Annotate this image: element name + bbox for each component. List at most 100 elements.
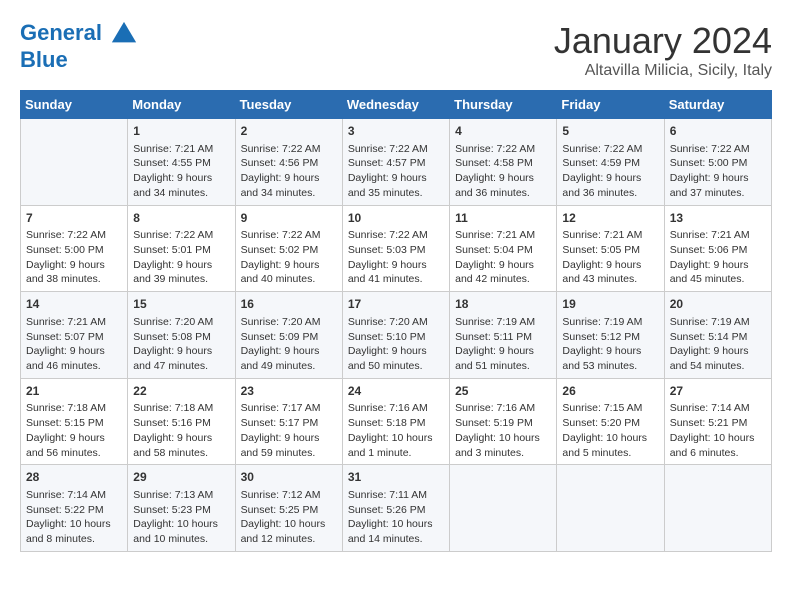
calendar-week-2: 7Sunrise: 7:22 AM Sunset: 5:00 PM Daylig… [21, 205, 772, 292]
calendar-cell: 31 Sunrise: 7:11 AM Sunset: 5:26 PM Dayli… [342, 465, 449, 552]
day-info: Sunrise: 7:20 AM Sunset: 5:10 PM Dayligh… [348, 315, 444, 374]
day-info: Sunrise: 7:16 AM Sunset: 5:19 PM Dayligh… [455, 401, 551, 460]
day-info: Sunrise: 7:21 AM Sunset: 5:04 PM Dayligh… [455, 228, 551, 287]
day-number: 23 [241, 383, 337, 400]
calendar-cell: 10Sunrise: 7:22 AM Sunset: 5:03 PM Dayli… [342, 205, 449, 292]
calendar-week-4: 21Sunrise: 7:18 AM Sunset: 5:15 PM Dayli… [21, 378, 772, 465]
calendar-cell: 19 Sunrise: 7:19 AM Sunset: 5:12 PM Dayli… [557, 292, 664, 379]
day-number: 3 [348, 123, 444, 140]
calendar-cell: 3Sunrise: 7:22 AM Sunset: 4:57 PM Daylig… [342, 119, 449, 206]
day-number: 28 [26, 469, 122, 486]
day-number: 24 [348, 383, 444, 400]
day-info: Sunrise: 7:19 AM Sunset: 5:12 PM Dayligh… [562, 315, 658, 374]
calendar-cell: 14 Sunrise: 7:21 AM Sunset: 5:07 PM Dayli… [21, 292, 128, 379]
calendar-cell: 18 Sunrise: 7:19 AM Sunset: 5:11 PM Dayli… [450, 292, 557, 379]
weekday-header-tuesday: Tuesday [235, 91, 342, 119]
day-number: 29 [133, 469, 229, 486]
weekday-header-saturday: Saturday [664, 91, 771, 119]
calendar-cell [664, 465, 771, 552]
day-info: Sunrise: 7:13 AM Sunset: 5:23 PM Dayligh… [133, 488, 229, 547]
weekday-header-monday: Monday [128, 91, 235, 119]
logo: General Blue [20, 20, 138, 72]
weekday-header-friday: Friday [557, 91, 664, 119]
day-info: Sunrise: 7:19 AM Sunset: 5:11 PM Dayligh… [455, 315, 551, 374]
day-info: Sunrise: 7:22 AM Sunset: 4:56 PM Dayligh… [241, 142, 337, 201]
day-number: 18 [455, 296, 551, 313]
calendar-week-1: 1 Sunrise: 7:21 AM Sunset: 4:55 PM Daylig… [21, 119, 772, 206]
day-info: Sunrise: 7:14 AM Sunset: 5:21 PM Dayligh… [670, 401, 766, 460]
calendar-week-5: 28 Sunrise: 7:14 AM Sunset: 5:22 PM Dayli… [21, 465, 772, 552]
calendar-cell [450, 465, 557, 552]
day-number: 17 [348, 296, 444, 313]
day-number: 21 [26, 383, 122, 400]
calendar-cell: 26Sunrise: 7:15 AM Sunset: 5:20 PM Dayli… [557, 378, 664, 465]
day-number: 2 [241, 123, 337, 140]
day-number: 14 [26, 296, 122, 313]
day-info: Sunrise: 7:22 AM Sunset: 4:58 PM Dayligh… [455, 142, 551, 201]
day-info: Sunrise: 7:15 AM Sunset: 5:20 PM Dayligh… [562, 401, 658, 460]
day-number: 16 [241, 296, 337, 313]
title-block: January 2024 Altavilla Milicia, Sicily, … [554, 20, 772, 80]
calendar-cell: 24Sunrise: 7:16 AM Sunset: 5:18 PM Dayli… [342, 378, 449, 465]
day-number: 30 [241, 469, 337, 486]
day-number: 4 [455, 123, 551, 140]
day-info: Sunrise: 7:22 AM Sunset: 5:03 PM Dayligh… [348, 228, 444, 287]
day-number: 20 [670, 296, 766, 313]
calendar-cell: 13Sunrise: 7:21 AM Sunset: 5:06 PM Dayli… [664, 205, 771, 292]
day-info: Sunrise: 7:22 AM Sunset: 5:01 PM Dayligh… [133, 228, 229, 287]
day-number: 5 [562, 123, 658, 140]
weekday-header-sunday: Sunday [21, 91, 128, 119]
month-title: January 2024 [554, 20, 772, 62]
calendar-table: SundayMondayTuesdayWednesdayThursdayFrid… [20, 90, 772, 552]
day-info: Sunrise: 7:20 AM Sunset: 5:09 PM Dayligh… [241, 315, 337, 374]
day-info: Sunrise: 7:17 AM Sunset: 5:17 PM Dayligh… [241, 401, 337, 460]
day-info: Sunrise: 7:16 AM Sunset: 5:18 PM Dayligh… [348, 401, 444, 460]
day-number: 31 [348, 469, 444, 486]
day-info: Sunrise: 7:19 AM Sunset: 5:14 PM Dayligh… [670, 315, 766, 374]
day-info: Sunrise: 7:22 AM Sunset: 5:00 PM Dayligh… [670, 142, 766, 201]
day-info: Sunrise: 7:21 AM Sunset: 5:05 PM Dayligh… [562, 228, 658, 287]
day-info: Sunrise: 7:11 AM Sunset: 5:26 PM Dayligh… [348, 488, 444, 547]
calendar-cell: 25Sunrise: 7:16 AM Sunset: 5:19 PM Dayli… [450, 378, 557, 465]
day-info: Sunrise: 7:21 AM Sunset: 4:55 PM Dayligh… [133, 142, 229, 201]
day-info: Sunrise: 7:22 AM Sunset: 5:02 PM Dayligh… [241, 228, 337, 287]
calendar-week-3: 14 Sunrise: 7:21 AM Sunset: 5:07 PM Dayli… [21, 292, 772, 379]
calendar-body: 1 Sunrise: 7:21 AM Sunset: 4:55 PM Daylig… [21, 119, 772, 552]
calendar-cell: 15 Sunrise: 7:20 AM Sunset: 5:08 PM Dayli… [128, 292, 235, 379]
day-number: 1 [133, 123, 229, 140]
calendar-cell: 8Sunrise: 7:22 AM Sunset: 5:01 PM Daylig… [128, 205, 235, 292]
day-info: Sunrise: 7:18 AM Sunset: 5:15 PM Dayligh… [26, 401, 122, 460]
weekday-header-wednesday: Wednesday [342, 91, 449, 119]
calendar-cell: 7Sunrise: 7:22 AM Sunset: 5:00 PM Daylig… [21, 205, 128, 292]
calendar-cell: 29 Sunrise: 7:13 AM Sunset: 5:23 PM Dayli… [128, 465, 235, 552]
calendar-cell: 27Sunrise: 7:14 AM Sunset: 5:21 PM Dayli… [664, 378, 771, 465]
day-number: 11 [455, 210, 551, 227]
calendar-cell: 22Sunrise: 7:18 AM Sunset: 5:16 PM Dayli… [128, 378, 235, 465]
day-info: Sunrise: 7:20 AM Sunset: 5:08 PM Dayligh… [133, 315, 229, 374]
day-number: 25 [455, 383, 551, 400]
day-number: 12 [562, 210, 658, 227]
day-number: 7 [26, 210, 122, 227]
calendar-cell: 20 Sunrise: 7:19 AM Sunset: 5:14 PM Dayli… [664, 292, 771, 379]
weekday-header-thursday: Thursday [450, 91, 557, 119]
calendar-cell: 12Sunrise: 7:21 AM Sunset: 5:05 PM Dayli… [557, 205, 664, 292]
calendar-cell: 11Sunrise: 7:21 AM Sunset: 5:04 PM Dayli… [450, 205, 557, 292]
calendar-cell: 6 Sunrise: 7:22 AM Sunset: 5:00 PM Daylig… [664, 119, 771, 206]
day-info: Sunrise: 7:22 AM Sunset: 4:59 PM Dayligh… [562, 142, 658, 201]
calendar-cell [557, 465, 664, 552]
day-number: 15 [133, 296, 229, 313]
day-number: 6 [670, 123, 766, 140]
day-number: 9 [241, 210, 337, 227]
calendar-cell: 16 Sunrise: 7:20 AM Sunset: 5:09 PM Dayli… [235, 292, 342, 379]
calendar-cell: 30Sunrise: 7:12 AM Sunset: 5:25 PM Dayli… [235, 465, 342, 552]
day-number: 8 [133, 210, 229, 227]
calendar-cell: 9Sunrise: 7:22 AM Sunset: 5:02 PM Daylig… [235, 205, 342, 292]
calendar-cell: 1 Sunrise: 7:21 AM Sunset: 4:55 PM Daylig… [128, 119, 235, 206]
calendar-cell: 17 Sunrise: 7:20 AM Sunset: 5:10 PM Dayli… [342, 292, 449, 379]
day-number: 19 [562, 296, 658, 313]
calendar-cell: 21Sunrise: 7:18 AM Sunset: 5:15 PM Dayli… [21, 378, 128, 465]
day-info: Sunrise: 7:21 AM Sunset: 5:07 PM Dayligh… [26, 315, 122, 374]
calendar-cell [21, 119, 128, 206]
calendar-cell: 28 Sunrise: 7:14 AM Sunset: 5:22 PM Dayli… [21, 465, 128, 552]
day-info: Sunrise: 7:14 AM Sunset: 5:22 PM Dayligh… [26, 488, 122, 547]
